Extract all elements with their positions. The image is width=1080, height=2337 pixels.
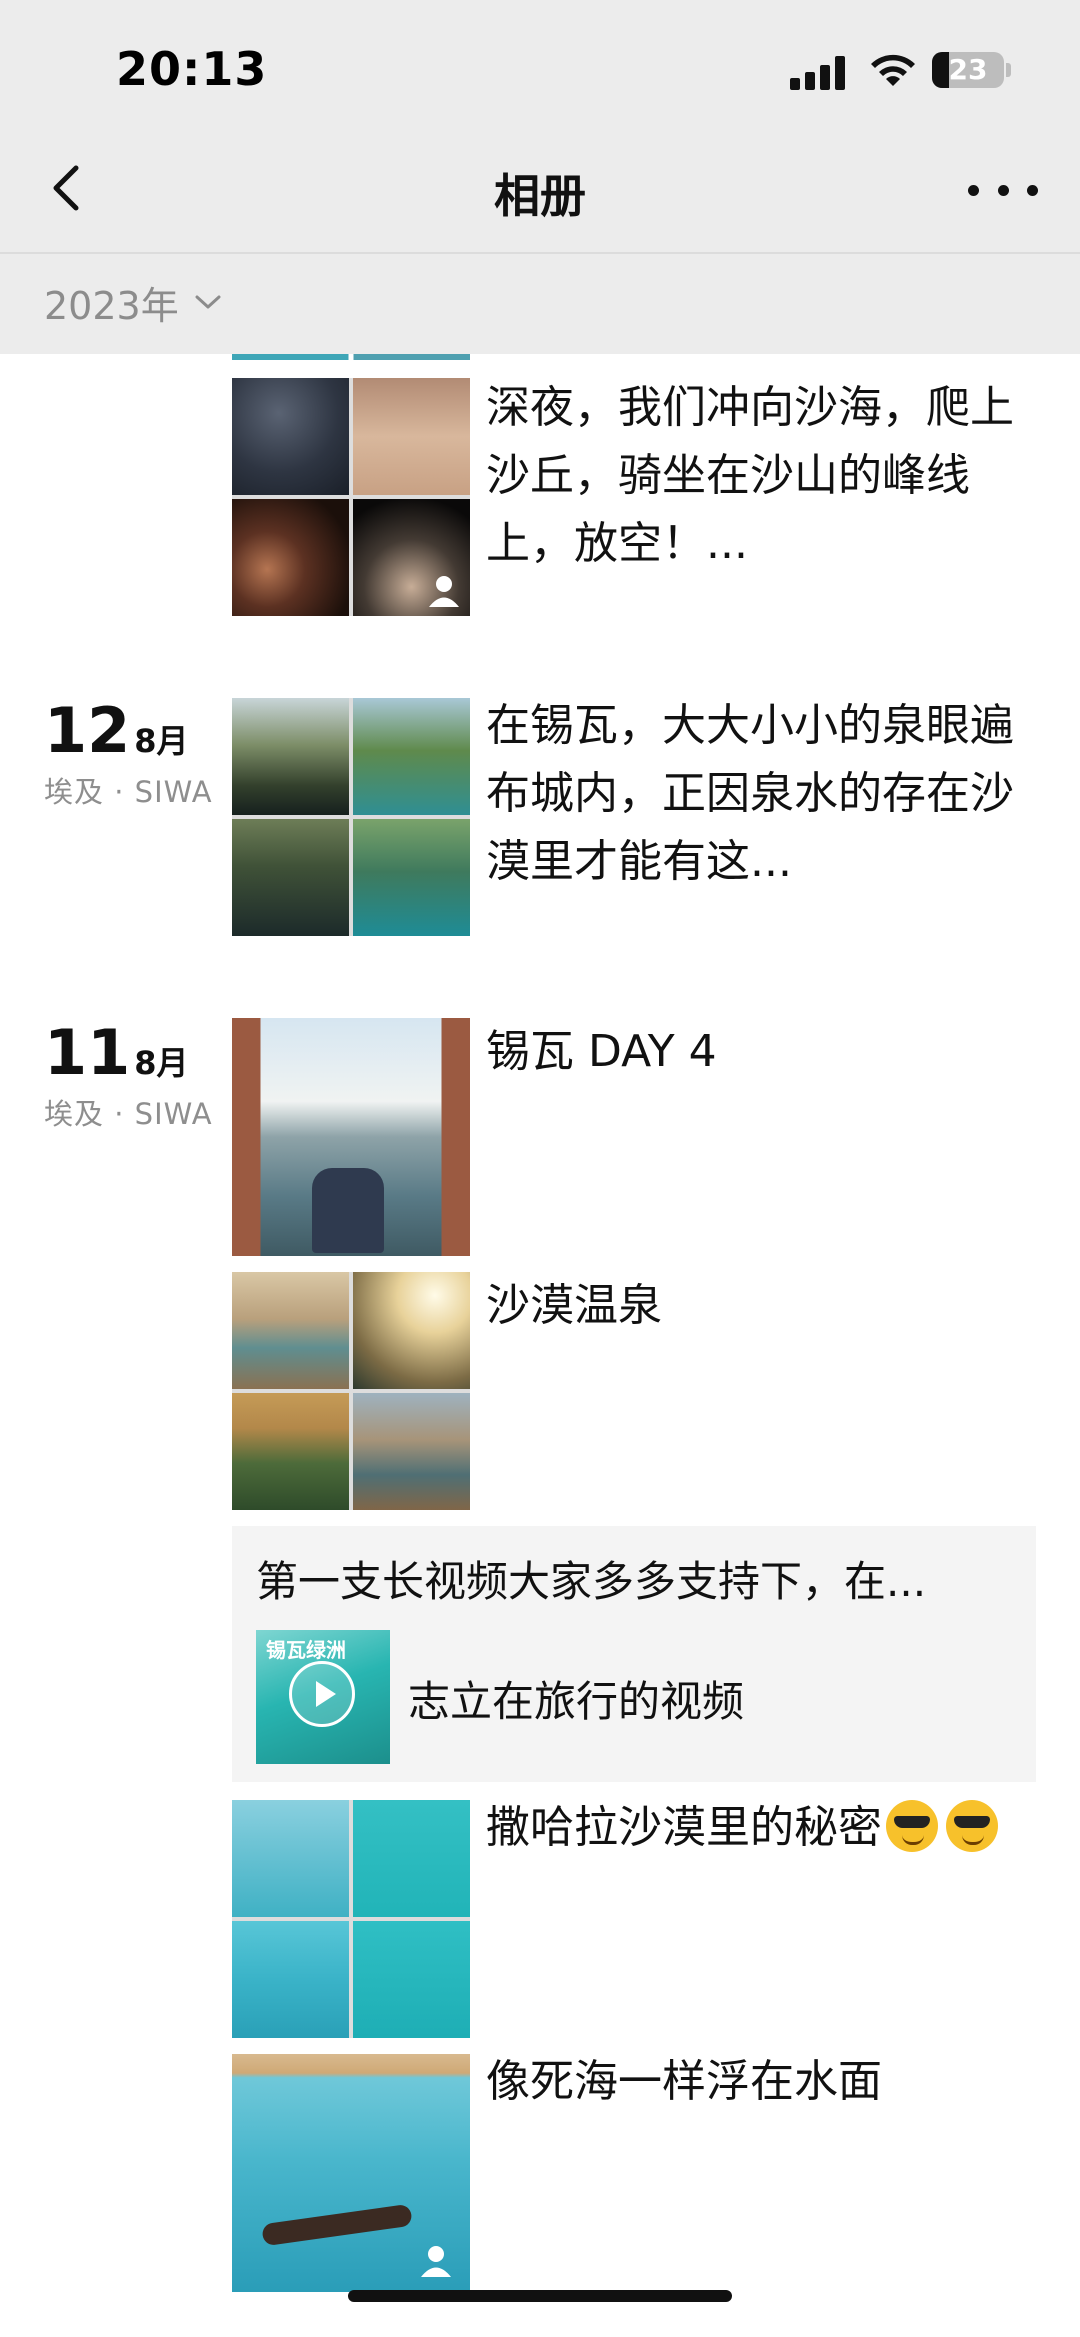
photo[interactable] bbox=[232, 2054, 470, 2292]
photo bbox=[353, 1921, 470, 2038]
shared-title: 第一支长视频大家多多支持下，在... bbox=[256, 1557, 927, 1606]
thumbnail-caption: 锡瓦绿洲 bbox=[266, 1638, 346, 1662]
top-bar: 20:13 23 相册 2023年 bbox=[0, 0, 1080, 354]
photo bbox=[232, 1272, 349, 1389]
photo bbox=[232, 819, 349, 936]
photo bbox=[232, 499, 349, 616]
location-label: 埃及 · SIWA bbox=[44, 775, 213, 809]
photo bbox=[353, 1393, 470, 1510]
page-title: 相册 bbox=[494, 169, 586, 223]
location-label: 埃及 · SIWA bbox=[44, 1097, 213, 1131]
wifi-icon bbox=[871, 54, 915, 86]
photo bbox=[353, 1800, 470, 1917]
battery-tip bbox=[1006, 63, 1011, 77]
photo-grid[interactable] bbox=[232, 378, 470, 616]
photo[interactable] bbox=[232, 1018, 470, 1256]
photo-subject bbox=[312, 1168, 384, 1253]
photo bbox=[232, 378, 349, 495]
more-dots-icon[interactable] bbox=[968, 160, 1038, 220]
month-label: 8月 bbox=[134, 1044, 189, 1082]
chevron-down-icon bbox=[195, 295, 221, 309]
photo bbox=[353, 1272, 470, 1389]
photo bbox=[232, 1800, 349, 1917]
date-label: 11 8月 埃及 · SIWA bbox=[44, 1016, 213, 1133]
signal-icon bbox=[790, 56, 846, 90]
post-caption[interactable]: 在锡瓦，大大小小的泉眼遍布城内，正因泉水的存在沙漠里才能有这... bbox=[486, 692, 1016, 896]
month-label: 8月 bbox=[134, 722, 189, 760]
day-number: 11 bbox=[44, 1016, 131, 1089]
photo bbox=[232, 698, 349, 815]
date-label: 12 8月 埃及 · SIWA bbox=[44, 694, 213, 811]
photo bbox=[353, 378, 470, 495]
photo-strip-peek bbox=[232, 354, 470, 360]
post-caption[interactable]: 沙漠温泉 bbox=[486, 1272, 1016, 1340]
divider bbox=[0, 252, 1080, 254]
battery-icon: 23 bbox=[932, 52, 1004, 88]
nav-bar: 相册 bbox=[0, 130, 1080, 250]
photo bbox=[232, 1921, 349, 2038]
year-filter[interactable]: 2023年 bbox=[44, 272, 221, 332]
photo-subject bbox=[261, 2203, 413, 2247]
post-caption[interactable]: 锡瓦 DAY 4 bbox=[486, 1018, 1016, 1086]
status-time: 20:13 bbox=[116, 42, 268, 96]
video-thumbnail[interactable]: 锡瓦绿洲 bbox=[256, 1630, 390, 1764]
photo bbox=[232, 1393, 349, 1510]
post-caption[interactable]: 深夜，我们冲向沙海，爬上沙丘，骑坐在沙山的峰线上，放空！... bbox=[486, 374, 1016, 578]
photo-grid[interactable] bbox=[232, 1272, 470, 1510]
person-icon bbox=[429, 576, 459, 607]
post-caption[interactable]: 像死海一样浮在水面 bbox=[486, 2048, 1016, 2116]
year-filter-label: 2023年 bbox=[44, 283, 179, 328]
person-icon bbox=[421, 2246, 451, 2277]
play-icon bbox=[289, 1661, 355, 1727]
shared-video-label: 志立在旅行的视频 bbox=[408, 1677, 745, 1726]
photo-grid[interactable] bbox=[232, 698, 470, 936]
post-caption[interactable]: 撒哈拉沙漠里的秘密 bbox=[486, 1794, 1016, 1862]
shared-video-card[interactable]: 第一支长视频大家多多支持下，在... 锡瓦绿洲 志立在旅行的视频 bbox=[232, 1526, 1036, 1782]
photo-grid[interactable] bbox=[232, 1800, 470, 2038]
day-number: 12 bbox=[44, 694, 131, 767]
post-caption-text: 撒哈拉沙漠里的秘密 bbox=[486, 1802, 882, 1853]
sunglasses-emoji-icon bbox=[886, 1800, 938, 1852]
photo bbox=[353, 819, 470, 936]
home-indicator[interactable] bbox=[348, 2290, 732, 2302]
photo bbox=[353, 499, 470, 616]
photo bbox=[353, 698, 470, 815]
sunglasses-emoji-icon bbox=[946, 1800, 998, 1852]
battery-percent: 23 bbox=[948, 53, 988, 86]
